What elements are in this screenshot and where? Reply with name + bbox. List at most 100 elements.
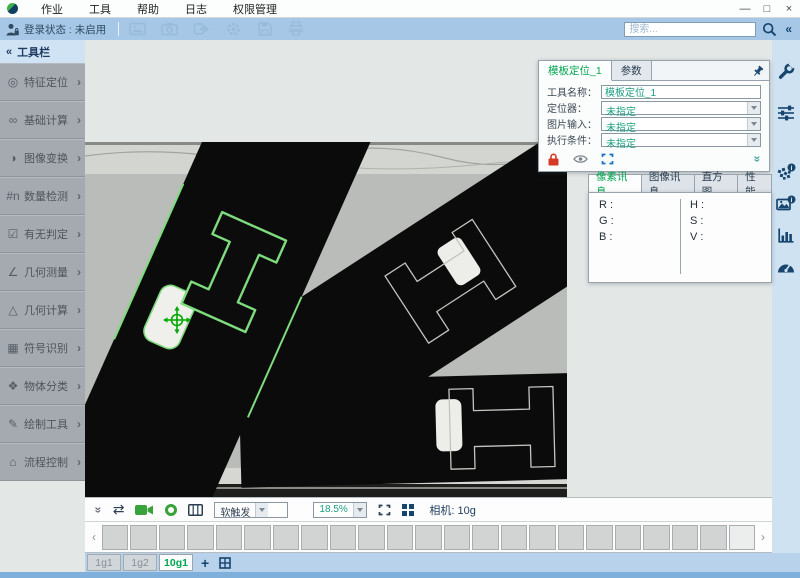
print-icon[interactable] [288,21,304,37]
film-frame[interactable] [301,525,327,550]
sidebar-item-geometry-calc[interactable]: △ 几何计算 › [0,291,85,329]
multi-view-grid-icon[interactable] [402,504,414,516]
live-camera-icon[interactable] [135,504,154,516]
record-stop-icon[interactable] [165,504,177,516]
film-frame[interactable] [130,525,156,550]
maximize-button[interactable]: □ [756,3,778,15]
sidebar-item-drawing-tools[interactable]: ✎ 绘制工具 › [0,405,85,443]
toolbar-separator [118,22,119,36]
film-frame[interactable] [216,525,242,550]
trigger-mode-select[interactable]: 软触发 [214,502,288,518]
collapse-panel-icon[interactable]: « [783,22,794,36]
sidebar-header[interactable]: « 工具栏 [0,40,85,63]
lock-icon[interactable] [547,153,560,166]
film-frame[interactable] [501,525,527,550]
filmstrip-prev-icon[interactable]: ‹ [90,530,98,544]
dropdown-caret-icon[interactable] [747,102,760,114]
close-button[interactable]: × [778,3,800,15]
flow-tab-10g1[interactable]: 10g1 [159,554,193,571]
film-frame[interactable] [358,525,384,550]
film-frame[interactable] [672,525,698,550]
flow-tab-1g1[interactable]: 1g1 [87,554,121,571]
search-input[interactable] [624,22,756,37]
geometry-calc-icon: △ [5,303,21,317]
locator-row: 定位器： 未指定 [547,101,761,114]
sidebar-item-basic-calc[interactable]: ∞ 基础计算 › [0,101,85,139]
add-flow-button[interactable]: + [195,555,215,571]
parameter-settings-button[interactable] [777,105,795,121]
film-frame[interactable] [558,525,584,550]
exec-condition-select[interactable]: 未指定 [601,133,761,147]
film-frame[interactable] [529,525,555,550]
tab-image-info[interactable]: 图像讯息 [642,174,695,193]
pin-panel-button[interactable] [751,65,764,78]
film-frame[interactable] [330,525,356,550]
dropdown-caret-icon[interactable] [353,503,366,517]
tool-name-input[interactable] [601,85,761,99]
settings-gear-icon[interactable] [225,21,242,37]
performance-button[interactable] [776,258,796,275]
expand-roi-icon[interactable] [601,153,614,165]
image-input-select[interactable]: 未指定 [601,117,761,131]
film-frame[interactable] [586,525,612,550]
film-frame[interactable] [187,525,213,550]
image-info-button[interactable]: i [776,195,796,213]
tab-parameters[interactable]: 参数 [612,61,652,81]
film-frame[interactable] [102,525,128,550]
film-sequence-icon[interactable] [188,504,203,516]
camera-capture-icon[interactable] [161,21,178,37]
film-frame[interactable] [273,525,299,550]
dropdown-caret-icon[interactable] [747,118,760,130]
film-frame[interactable] [244,525,270,550]
match-points-info-button[interactable]: i [776,163,796,181]
tool-settings-button[interactable] [777,62,796,81]
film-frame[interactable] [159,525,185,550]
tab-template-locate[interactable]: 模板定位_1 [539,61,612,81]
eye-visibility-icon[interactable] [573,154,588,164]
tab-pixel-info[interactable]: 像素讯息 [588,174,642,193]
sidebar-item-symbol-recognition[interactable]: ▦ 符号识别 › [0,329,85,367]
locator-select[interactable]: 未指定 [601,101,761,115]
sidebar-collapse-icon[interactable]: « [6,46,12,58]
open-image-icon[interactable] [129,21,146,37]
film-frame[interactable] [729,525,755,550]
flow-tab-1g2[interactable]: 1g2 [123,554,157,571]
sidebar-item-count-detect[interactable]: #n 数量检测 › [0,177,85,215]
menu-item-job[interactable]: 作业 [28,1,76,17]
fit-view-icon[interactable] [378,504,391,516]
sidebar-item-object-classification[interactable]: ❖ 物体分类 › [0,367,85,405]
menu-item-permissions[interactable]: 权限管理 [220,1,290,17]
sidebar-item-flow-control[interactable]: ⌂ 流程控制 › [0,443,85,481]
camera-image[interactable] [85,142,567,497]
dropdown-caret-icon[interactable] [255,503,268,517]
save-icon[interactable] [257,21,273,37]
menu-item-tools[interactable]: 工具 [76,1,124,17]
tab-performance[interactable]: 性能 [738,174,772,193]
sidebar-item-geometry-measure[interactable]: ∠ 几何测量 › [0,253,85,291]
minimize-button[interactable]: — [734,3,756,15]
film-frame[interactable] [387,525,413,550]
film-frame[interactable] [615,525,641,550]
collapse-filmstrip-icon[interactable]: » [91,506,105,513]
menu-item-log[interactable]: 日志 [172,1,220,17]
film-frame[interactable] [700,525,726,550]
sidebar-item-feature-locate[interactable]: ◎ 特征定位 › [0,63,85,101]
film-frame[interactable] [415,525,441,550]
symbol-recognition-icon: ▦ [5,341,21,355]
tile-view-button[interactable] [217,557,233,569]
tab-histogram[interactable]: 直方图 [695,174,738,193]
swap-compare-icon[interactable]: ⇄ [113,501,125,518]
search-icon[interactable] [762,22,777,37]
panel-collapse-icon[interactable]: » [751,156,765,163]
filmstrip-next-icon[interactable]: › [759,530,767,544]
run-export-icon[interactable] [193,21,210,37]
zoom-level-select[interactable]: 18.5% [313,502,367,518]
histogram-button[interactable] [777,227,795,244]
film-frame[interactable] [472,525,498,550]
sidebar-item-presence-judge[interactable]: ☑ 有无判定 › [0,215,85,253]
menu-item-help[interactable]: 帮助 [124,1,172,17]
dropdown-caret-icon[interactable] [747,134,760,146]
film-frame[interactable] [444,525,470,550]
sidebar-item-image-transform[interactable]: ◑ 图像变换 › [0,139,85,177]
film-frame[interactable] [643,525,669,550]
